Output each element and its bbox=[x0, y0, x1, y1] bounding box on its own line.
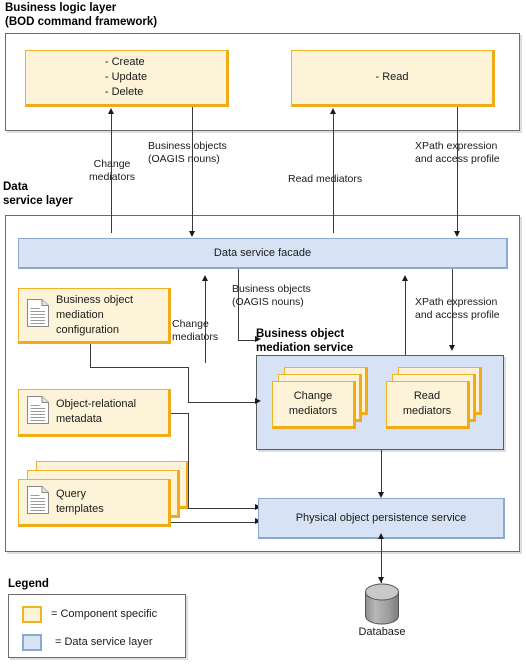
query-templates-label: Query templates bbox=[56, 488, 104, 515]
connector-persistence-to-database-arrowhead-up bbox=[378, 533, 384, 539]
connector-config-to-service-vline bbox=[90, 344, 91, 367]
legend-label-component-specific: = Component specific bbox=[51, 608, 158, 620]
business-object-mediation-configuration-label: Business object mediation configuration bbox=[56, 293, 134, 336]
document-icon bbox=[27, 395, 49, 429]
connector-service-to-persistence-line bbox=[381, 450, 382, 493]
write-operations-label: - Create - Update - Delete bbox=[104, 56, 148, 98]
data-service-facade-box[interactable]: Data service facade bbox=[18, 238, 508, 269]
query-templates-box[interactable]: Query templates bbox=[18, 479, 171, 527]
connector-config-to-service-hline2 bbox=[188, 402, 258, 403]
connector-xpath-mid-arrowhead bbox=[449, 345, 455, 351]
business-object-mediation-configuration-box[interactable]: Business object mediation configuration bbox=[18, 288, 171, 344]
physical-object-persistence-service-label: Physical object persistence service bbox=[295, 511, 467, 524]
label-change-mediators-mid: Change mediators bbox=[172, 318, 219, 343]
connector-change-mediators-arrowhead bbox=[108, 108, 114, 114]
read-operations-label: - Read bbox=[375, 71, 409, 83]
label-xpath-mid: XPath expression and access profile bbox=[415, 296, 500, 321]
legend-swatch-component-specific bbox=[22, 606, 42, 623]
architecture-diagram: Business logic layer (BOD command framew… bbox=[0, 0, 526, 667]
data-service-facade-label: Data service facade bbox=[213, 246, 312, 259]
database-label: Database bbox=[358, 626, 406, 638]
connector-config-to-service-vline2 bbox=[188, 367, 189, 402]
legend-title: Legend bbox=[8, 578, 49, 590]
object-relational-metadata-label: Object-relational metadata bbox=[56, 398, 137, 425]
label-business-objects-top: Business objects (OAGIS nouns) bbox=[148, 140, 227, 165]
mediation-service-title: Business object mediation service bbox=[256, 328, 354, 354]
document-icon bbox=[27, 485, 49, 519]
connector-xpath-arrowhead bbox=[454, 231, 460, 237]
legend-label-data-service-layer: = Data service layer bbox=[55, 636, 153, 648]
label-read-mediators-top: Read mediators bbox=[288, 173, 363, 185]
connector-xpath-line bbox=[457, 107, 458, 231]
connector-metadata-to-persistence-vline bbox=[188, 413, 189, 508]
connector-metadata-to-persistence-hline bbox=[188, 508, 258, 509]
connector-read-mediators-mid-line bbox=[405, 281, 406, 363]
connector-change-mediators-mid-arrowhead bbox=[202, 275, 208, 281]
connector-read-mediators-mid-arrowhead bbox=[402, 275, 408, 281]
connector-business-objects-arrowhead bbox=[189, 231, 195, 237]
connector-config-to-service-hline bbox=[90, 367, 188, 368]
data-service-layer-title: Data service layer bbox=[3, 181, 73, 207]
object-relational-metadata-box[interactable]: Object-relational metadata bbox=[18, 389, 171, 437]
label-business-objects-mid: Business objects (OAGIS nouns) bbox=[232, 283, 311, 308]
label-xpath-top: XPath expression and access profile bbox=[415, 140, 500, 165]
business-logic-layer-title: Business logic layer (BOD command framew… bbox=[5, 2, 158, 28]
database-cylinder-icon bbox=[363, 583, 401, 625]
connector-query-to-persistence-hline bbox=[171, 522, 258, 523]
connector-business-objects-line bbox=[192, 107, 193, 231]
read-operations-box[interactable]: - Read bbox=[291, 50, 495, 107]
legend-swatch-data-service-layer bbox=[22, 634, 42, 651]
read-mediators-card[interactable]: Read mediators bbox=[386, 381, 470, 429]
connector-read-mediators-arrowhead bbox=[330, 108, 336, 114]
connector-config-to-service-arrowhead bbox=[255, 398, 261, 404]
write-operations-box[interactable]: - Create - Update - Delete bbox=[25, 50, 229, 107]
change-mediators-card-label: Change mediators bbox=[288, 390, 338, 417]
change-mediators-card[interactable]: Change mediators bbox=[272, 381, 356, 429]
read-mediators-card-label: Read mediators bbox=[402, 390, 452, 417]
label-change-mediators-top: Change mediators bbox=[88, 158, 136, 183]
document-icon bbox=[27, 298, 49, 332]
connector-metadata-to-service-hline bbox=[171, 413, 188, 414]
